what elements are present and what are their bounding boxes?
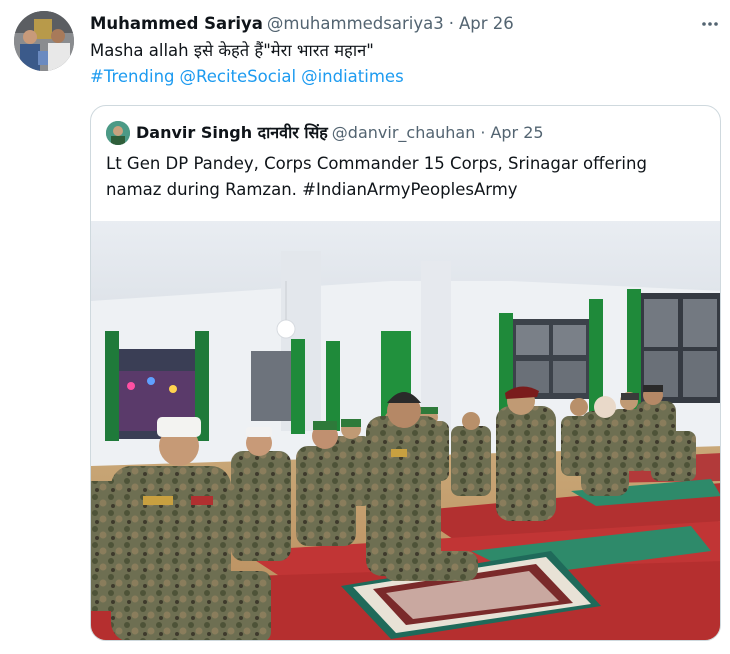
quoted-author-name[interactable]: Danvir Singh दानवीर सिंह [136, 123, 328, 142]
mention-recitesocial-link[interactable]: @ReciteSocial [180, 67, 297, 86]
quoted-author-avatar[interactable] [106, 121, 130, 145]
quoted-author-handle[interactable]: @danvir_chauhan [332, 123, 476, 142]
tweet-header: Muhammed Sariya @muhammedsariya3 · Apr 26 [90, 13, 514, 35]
tweet-timestamp[interactable]: Apr 26 [459, 14, 514, 33]
separator-dot: · [448, 14, 454, 33]
quoted-tweet-photo[interactable] [91, 221, 720, 640]
separator-dot: · [480, 123, 486, 142]
tweet-tags: #Trending @ReciteSocial @indiatimes [90, 65, 409, 89]
author-handle[interactable]: @muhammedsariya3 [267, 14, 444, 33]
mention-indiatimes-link[interactable]: @indiatimes [301, 67, 404, 86]
quoted-tweet-header: Danvir Singh दानवीर सिंह @danvir_chauhan ·… [136, 121, 544, 145]
more-dots-icon[interactable] [698, 12, 722, 36]
author-name[interactable]: Muhammed Sariya [90, 14, 263, 33]
quoted-tweet-text: Lt Gen DP Pandey, Corps Commander 15 Cor… [106, 154, 647, 199]
quoted-tweet[interactable]: Danvir Singh दानवीर सिंह @danvir_chauhan ·… [90, 105, 721, 641]
tweet-card[interactable]: Muhammed Sariya @muhammedsariya3 · Apr 26 M… [0, 0, 730, 654]
tweet-text: Masha allah इसे केहते हैं"मेरा भारत महान… [90, 41, 374, 60]
author-avatar[interactable] [14, 11, 74, 71]
hashtag-trending-link[interactable]: #Trending [90, 67, 175, 86]
quoted-tweet-timestamp[interactable]: Apr 25 [490, 123, 543, 142]
